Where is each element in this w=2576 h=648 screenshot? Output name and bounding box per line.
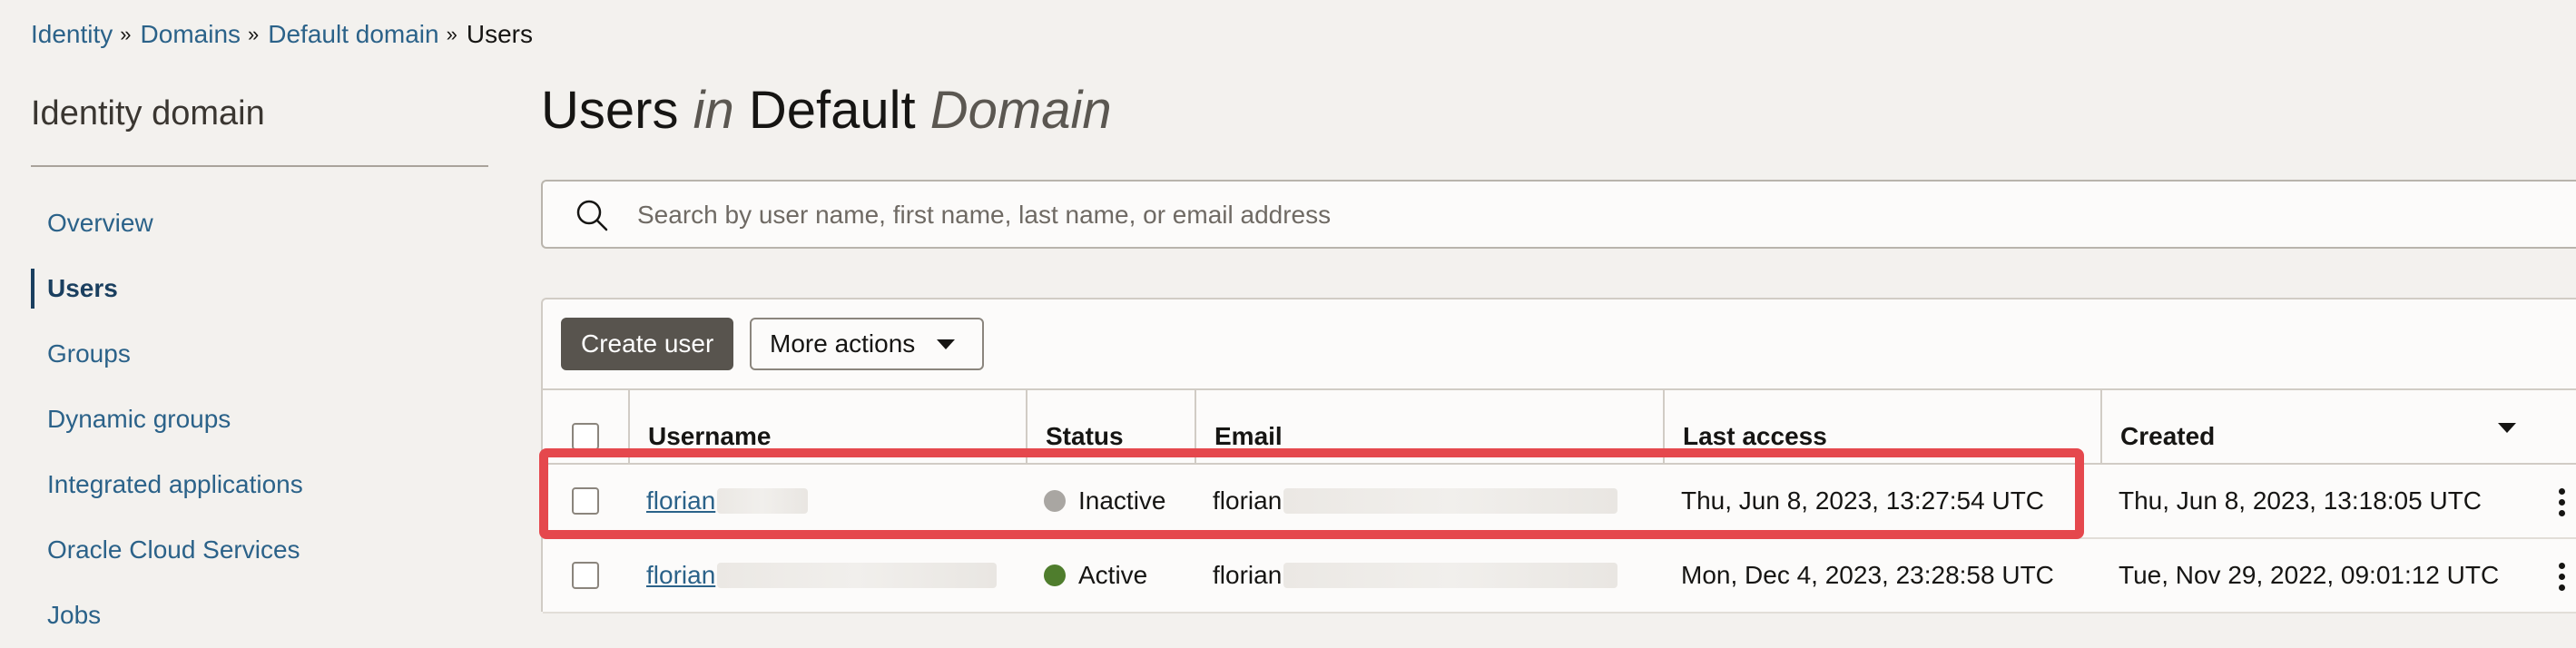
row-select-cell <box>543 539 628 612</box>
title-users: Users <box>541 81 679 140</box>
status-cell: Inactive <box>1026 465 1195 537</box>
table-row: florian Active florian Mon, Dec 4, 2023,… <box>543 539 2576 614</box>
status-text: Inactive <box>1078 486 1166 515</box>
redacted-email <box>1283 488 1618 514</box>
row-checkbox[interactable] <box>572 562 599 589</box>
chevron-down-icon <box>937 339 955 349</box>
breadcrumb-current: Users <box>466 20 533 48</box>
header-select-cell <box>543 390 628 463</box>
email-text: florian <box>1213 561 1283 589</box>
breadcrumb-separator: » <box>446 23 457 45</box>
create-user-button[interactable]: Create user <box>561 318 734 370</box>
search-icon <box>576 200 608 231</box>
column-header-created[interactable]: Created <box>2100 390 2576 463</box>
column-header-email[interactable]: Email <box>1195 390 1663 463</box>
sidebar-item-dynamic-groups[interactable]: Dynamic groups <box>31 387 488 452</box>
column-header-last-access[interactable]: Last access <box>1663 390 2100 463</box>
username-link[interactable]: florian <box>646 486 715 515</box>
more-actions-label: More actions <box>770 329 916 358</box>
sidebar-item-integrated-applications[interactable]: Integrated applications <box>31 452 488 517</box>
username-cell: florian <box>628 465 1026 537</box>
redacted-email <box>1283 563 1618 588</box>
status-text: Active <box>1078 561 1148 589</box>
row-actions-kebab-icon[interactable] <box>2558 488 2565 516</box>
column-header-created-label: Created <box>2120 422 2216 450</box>
breadcrumb-domains-link[interactable]: Domains <box>141 20 241 49</box>
row-select-cell <box>543 465 628 537</box>
sort-descending-icon[interactable] <box>2498 423 2516 433</box>
created-cell: Tue, Nov 29, 2022, 09:01:12 UTC <box>2119 561 2500 589</box>
search-input[interactable] <box>635 182 2545 249</box>
select-all-checkbox[interactable] <box>572 423 599 450</box>
sidebar-divider <box>31 165 488 167</box>
breadcrumb-separator: » <box>120 23 132 45</box>
row-actions-kebab-icon[interactable] <box>2558 563 2565 591</box>
sidebar-nav: Overview Users Groups Dynamic groups Int… <box>31 191 488 648</box>
sidebar-item-oracle-cloud-services[interactable]: Oracle Cloud Services <box>31 517 488 583</box>
redacted-username <box>717 488 809 514</box>
breadcrumb-identity-link[interactable]: Identity <box>31 20 113 49</box>
sidebar-item-overview[interactable]: Overview <box>31 191 488 256</box>
title-domain: Domain <box>929 81 1112 140</box>
status-active-icon <box>1044 565 1066 586</box>
breadcrumb-default-domain-link[interactable]: Default domain <box>268 20 438 49</box>
username-cell: florian <box>628 539 1026 612</box>
more-actions-button[interactable]: More actions <box>750 318 984 370</box>
search-box[interactable] <box>541 180 2576 249</box>
users-table-panel: Create user More actions Username Status… <box>541 298 2576 614</box>
row-checkbox[interactable] <box>572 487 599 515</box>
redacted-username <box>717 563 998 588</box>
sidebar-heading: Identity domain <box>31 94 265 133</box>
email-cell: florian <box>1195 539 1663 612</box>
status-inactive-icon <box>1044 490 1066 512</box>
email-text: florian <box>1213 486 1283 515</box>
last-access-cell: Mon, Dec 4, 2023, 23:28:58 UTC <box>1681 561 2054 589</box>
sidebar-item-jobs[interactable]: Jobs <box>31 583 488 648</box>
page-title: Users in Default Domain <box>541 80 1112 141</box>
sidebar-item-users[interactable]: Users <box>31 256 488 321</box>
breadcrumb: Identity » Domains » Default domain » Us… <box>31 16 533 53</box>
title-in: in <box>693 81 734 140</box>
username-link[interactable]: florian <box>646 561 715 590</box>
sidebar-item-groups[interactable]: Groups <box>31 321 488 387</box>
table-row: florian Inactive florian Thu, Jun 8, 202… <box>543 465 2576 539</box>
column-header-username[interactable]: Username <box>628 390 1026 463</box>
title-default: Default <box>748 81 916 140</box>
status-cell: Active <box>1026 539 1195 612</box>
created-cell: Thu, Jun 8, 2023, 13:18:05 UTC <box>2119 486 2483 515</box>
email-cell: florian <box>1195 465 1663 537</box>
last-access-cell: Thu, Jun 8, 2023, 13:27:54 UTC <box>1681 486 2045 515</box>
column-header-status[interactable]: Status <box>1026 390 1195 463</box>
breadcrumb-separator: » <box>248 23 260 45</box>
table-header-row: Username Status Email Last access Create… <box>543 388 2576 465</box>
